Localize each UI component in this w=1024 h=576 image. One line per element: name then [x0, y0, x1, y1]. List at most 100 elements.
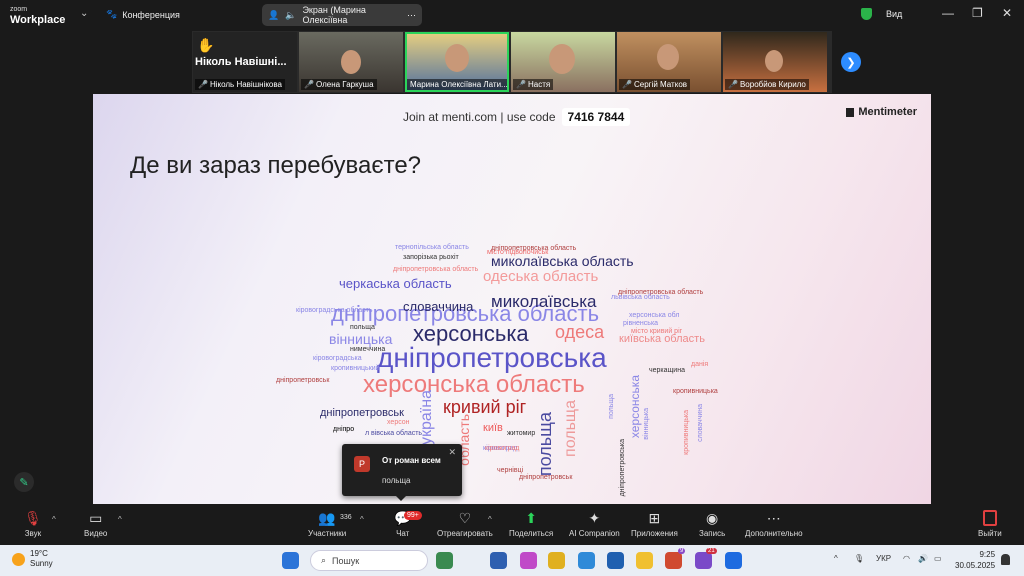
participant-face	[445, 44, 469, 72]
word-cloud-item: польща	[562, 400, 579, 457]
more-icon[interactable]: ⋯	[407, 10, 416, 21]
word-cloud-item: черкащина	[649, 367, 685, 374]
muted-mic-icon: 🎙	[24, 510, 42, 526]
participant-tile[interactable]: ✋ Ніколь Навішні... 🎤 Ніколь Навішнікова	[193, 32, 297, 92]
conference-menu[interactable]: 🐾 Конференция	[106, 9, 180, 20]
record-icon: ◉	[706, 510, 719, 526]
chevron-up-icon[interactable]: ^	[834, 554, 838, 563]
leave-button[interactable]: Выйти	[978, 510, 1002, 538]
react-button[interactable]: ♡ Отреагировать	[437, 510, 493, 538]
volume-icon[interactable]: 🔊	[918, 554, 928, 563]
annotate-pencil-button[interactable]: ✎	[14, 472, 34, 492]
ai-companion-button[interactable]: ✦ AI Companion	[569, 510, 620, 538]
copilot-icon[interactable]	[520, 552, 537, 569]
chrome-profile-icon[interactable]	[665, 552, 682, 569]
folder-icon[interactable]	[636, 552, 653, 569]
close-icon[interactable]: ✕	[448, 447, 456, 458]
battery-icon[interactable]: ▭	[934, 554, 942, 563]
edge-icon[interactable]	[578, 552, 595, 569]
close-icon[interactable]: ✕	[1002, 6, 1012, 20]
word-cloud-item: дніпропетровськ	[276, 377, 330, 384]
viber-icon[interactable]	[695, 552, 712, 569]
participant-tile[interactable]: 🎤 Сергій Матков	[617, 32, 721, 92]
video-button[interactable]: ▭ Видео	[84, 510, 107, 538]
word-cloud-item: польща	[350, 324, 375, 331]
word-cloud-item: польща	[608, 394, 615, 419]
chevron-right-icon: ❯	[846, 56, 856, 69]
chat-message: польща	[382, 476, 411, 485]
word-cloud-item: нимеччина	[350, 346, 386, 353]
word-cloud-item: дніпропетровськ	[320, 407, 404, 419]
chevron-up-icon[interactable]: ^	[488, 515, 492, 524]
view-button[interactable]: Вид	[886, 9, 902, 19]
chevron-up-icon[interactable]: ^	[360, 515, 364, 524]
avatar: 👤	[268, 9, 280, 20]
camera-icon: ▭	[89, 510, 103, 526]
app-badge: 21	[706, 548, 717, 554]
mic-icon[interactable]: 🎙	[854, 554, 864, 563]
language-indicator[interactable]: УКР	[876, 554, 891, 563]
record-button[interactable]: ◉ Запись	[699, 510, 725, 538]
wifi-icon[interactable]: ◠	[903, 554, 910, 563]
word-cloud-item: кропивницький	[331, 365, 380, 372]
muted-mic-icon: 🎤	[304, 80, 314, 89]
app-badge: 9	[678, 548, 686, 554]
participant-face	[657, 44, 679, 70]
word-cloud-item: вінницька	[329, 331, 393, 347]
next-page-button[interactable]: ❯	[841, 52, 861, 72]
more-button[interactable]: ⋯ Дополнительно	[745, 510, 803, 538]
word-cloud-item: херсонська обл	[629, 312, 680, 319]
shared-screen-slide: Join at menti.com | use code 7416 7844 M…	[93, 94, 931, 504]
weather-widget[interactable]: 19°C Sunny	[12, 549, 53, 569]
word-cloud-item: житомир	[507, 430, 536, 437]
word-cloud-item: кропивницька	[683, 410, 690, 455]
sparkle-icon: ✦	[588, 510, 601, 526]
share-screen-indicator[interactable]: 👤 🔈 Экран (Марина Олексіївна ⋯	[262, 4, 422, 26]
participant-tile[interactable]: 🎤 Настя	[511, 32, 615, 92]
chevron-up-icon[interactable]: ^	[118, 515, 122, 524]
word-cloud-item: запорізька рьохіт	[403, 254, 459, 261]
apps-button[interactable]: ⊞ Приложения	[631, 510, 678, 538]
word-cloud-item: кропивницька	[673, 388, 718, 395]
zoom-icon[interactable]	[725, 552, 742, 569]
word-cloud-item: л вівська область	[365, 430, 423, 437]
store-icon[interactable]	[607, 552, 624, 569]
clock[interactable]: 9:25 30.05.2025	[955, 549, 995, 571]
participant-face	[341, 50, 361, 74]
teams-icon[interactable]	[490, 552, 507, 569]
word-cloud-item: дніпро	[333, 426, 355, 433]
word-cloud-item: тернопільська область	[395, 244, 469, 251]
restore-icon[interactable]: ❐	[972, 6, 983, 20]
mentimeter-mark-icon	[846, 107, 855, 117]
mentimeter-logo: Mentimeter	[846, 106, 917, 118]
participant-tile-active-speaker[interactable]: Марина Олексіївна Лати...	[405, 32, 509, 92]
windows-taskbar: 19°C Sunny ⌕ Пошук 9 21 ^ 🎙 УКР ◠ 🔊 ▭ 9:25…	[0, 545, 1024, 576]
minimize-icon[interactable]: —	[942, 6, 954, 20]
chat-notification[interactable]: Р От роман всем польща ✕	[342, 444, 462, 501]
heart-icon: ♡	[458, 510, 472, 526]
participant-tile[interactable]: 🎤 Воробйов Кирило	[723, 32, 827, 92]
muted-mic-icon: 🎤	[728, 80, 738, 89]
search-icon: ⌕	[321, 555, 327, 565]
participant-thumbnails: ✋ Ніколь Навішні... 🎤 Ніколь Навішнікова …	[192, 31, 832, 93]
share-arrow-icon: ⬆	[525, 510, 537, 526]
chevron-up-icon[interactable]: ^	[52, 515, 56, 524]
games-icon[interactable]	[436, 552, 453, 569]
word-cloud-item: рівненська	[623, 320, 659, 327]
start-icon[interactable]	[282, 552, 299, 569]
word-cloud-item: херсонська область	[363, 371, 585, 398]
shield-icon[interactable]	[861, 8, 872, 20]
exit-icon	[982, 510, 997, 526]
word-cloud-item: данія	[691, 361, 709, 368]
chrome-icon[interactable]	[548, 552, 565, 569]
join-code: 7416 7844	[561, 108, 631, 126]
share-button[interactable]: ⬆ Поделиться	[509, 510, 553, 538]
word-cloud-item: дніпропетровська	[619, 439, 626, 497]
chevron-down-icon[interactable]: ⌄	[80, 8, 88, 19]
participants-count: 336	[340, 514, 352, 521]
audio-button[interactable]: 🎙 Звук	[24, 510, 42, 538]
participant-tile[interactable]: 🎤 Олена Гаркуша	[299, 32, 403, 92]
search-box[interactable]: ⌕ Пошук	[310, 550, 428, 571]
paw-icon: 🐾	[106, 9, 118, 19]
notification-bell-icon[interactable]	[1001, 554, 1010, 565]
